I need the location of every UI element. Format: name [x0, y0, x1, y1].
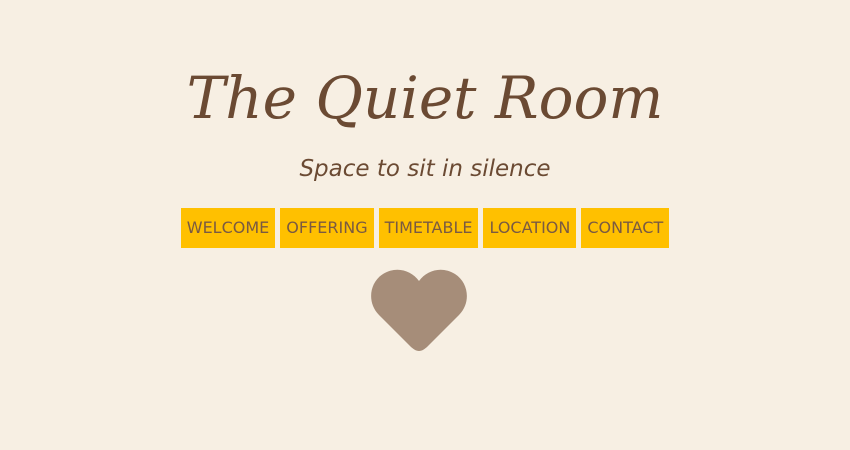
nav-item-welcome[interactable]: WELCOME	[180, 208, 276, 248]
nav-item-location[interactable]: LOCATION	[483, 208, 577, 248]
nav-item-offering[interactable]: OFFERING	[280, 208, 374, 248]
site-title: The Quiet Room	[186, 64, 664, 132]
nav-item-contact[interactable]: CONTACT	[581, 208, 670, 248]
nav-item-timetable[interactable]: TIMETABLE	[378, 208, 479, 248]
site-tagline: Space to sit in silence	[299, 156, 551, 182]
heart-icon	[371, 269, 467, 351]
main-nav: WELCOME OFFERING TIMETABLE LOCATION CONT…	[0, 208, 850, 248]
